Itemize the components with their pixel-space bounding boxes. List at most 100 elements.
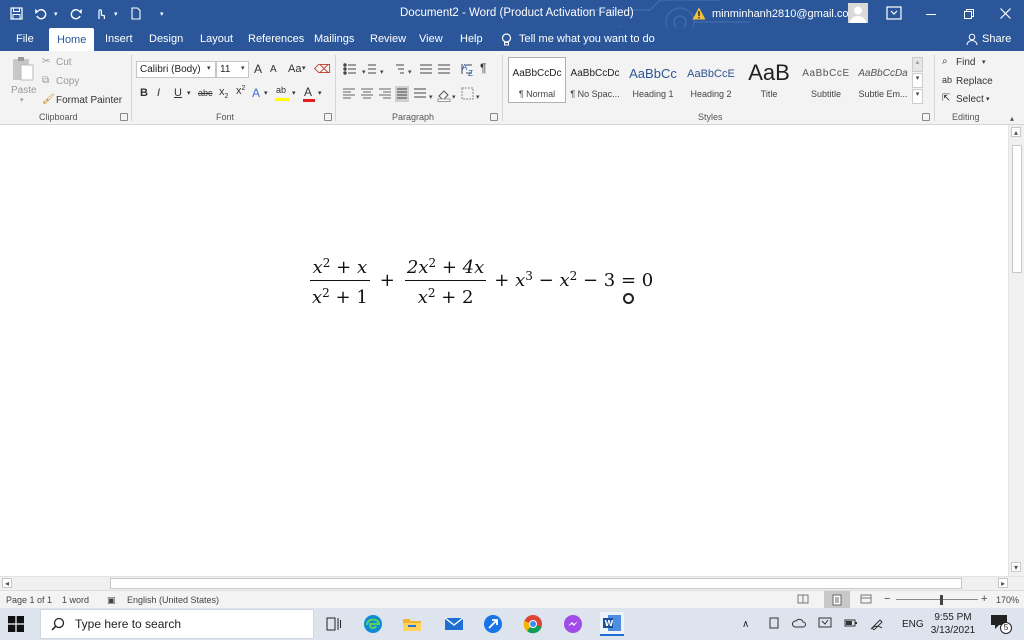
restore-button[interactable] — [950, 0, 988, 27]
change-case-icon[interactable]: Aa — [288, 63, 301, 75]
undo-icon[interactable] — [30, 4, 50, 24]
tab-layout[interactable]: Layout — [200, 27, 233, 51]
read-mode-icon[interactable] — [797, 593, 809, 607]
styles-scroll-down-icon[interactable]: ▾ — [912, 73, 923, 88]
pen-icon[interactable] — [870, 616, 884, 633]
show-hidden-icons[interactable]: ∧ — [742, 619, 749, 630]
share-button[interactable]: Share — [966, 27, 1011, 51]
taskbar-clock[interactable]: 9:55 PM 3/13/2021 — [926, 611, 980, 637]
style-heading-1[interactable]: AaBbCc Heading 1 — [624, 57, 682, 103]
undo-dropdown-icon[interactable]: ▾ — [54, 10, 62, 18]
zoom-slider-track[interactable] — [896, 599, 978, 600]
clipboard-launcher-icon[interactable] — [120, 113, 128, 121]
clear-formatting-icon[interactable]: ⌫ — [314, 62, 331, 76]
file-explorer-icon[interactable] — [400, 612, 424, 636]
language-indicator[interactable]: English (United States) — [127, 595, 219, 605]
highlight-dropdown-icon[interactable]: ▾ — [292, 89, 296, 97]
document-canvas[interactable] — [0, 125, 1008, 576]
paste-button[interactable]: Paste ▾ — [8, 55, 38, 105]
paragraph-launcher-icon[interactable] — [490, 113, 498, 121]
superscript-button[interactable]: x2 — [236, 85, 245, 97]
underline-button[interactable]: U — [174, 87, 182, 99]
font-color-dropdown-icon[interactable]: ▾ — [318, 89, 322, 97]
redo-icon[interactable] — [66, 4, 86, 24]
chrome-icon[interactable] — [521, 612, 545, 636]
zoom-level[interactable]: 170% — [996, 595, 1019, 605]
scroll-down-icon[interactable]: ▾ — [1011, 562, 1021, 572]
word-app-icon[interactable]: W — [600, 612, 624, 636]
font-name-box[interactable]: Calibri (Body) — [136, 61, 216, 78]
print-layout-icon[interactable] — [824, 591, 850, 608]
strikethrough-button[interactable]: abc — [198, 88, 213, 98]
shrink-font-icon[interactable]: A — [270, 64, 277, 75]
font-launcher-icon[interactable] — [324, 113, 332, 121]
font-size-dropdown-icon[interactable]: ▾ — [241, 64, 245, 72]
windows-start-icon[interactable] — [8, 616, 24, 632]
font-name-dropdown-icon[interactable]: ▾ — [207, 64, 211, 72]
tab-home[interactable]: Home — [49, 28, 95, 51]
tab-review[interactable]: Review — [370, 27, 406, 51]
avatar[interactable] — [848, 3, 868, 23]
show-formatting-marks-button[interactable]: ¶ — [480, 61, 486, 75]
close-button[interactable] — [986, 0, 1024, 27]
bold-button[interactable]: B — [140, 87, 148, 99]
customize-qat-icon[interactable]: ▾ — [160, 10, 168, 18]
messenger-icon[interactable] — [561, 612, 585, 636]
scroll-up-icon[interactable]: ▴ — [1011, 127, 1021, 137]
format-touch-icon[interactable] — [90, 4, 110, 24]
tab-design[interactable]: Design — [149, 27, 183, 51]
ribbon-display-options-icon[interactable] — [885, 5, 903, 21]
text-effects-dropdown-icon[interactable]: ▾ — [264, 89, 268, 97]
language-indicator-eng[interactable]: ENG — [902, 619, 924, 630]
tab-references[interactable]: References — [248, 27, 304, 51]
battery-icon[interactable] — [844, 618, 858, 631]
zoom-out-button[interactable]: − — [884, 593, 890, 605]
proofing-icon[interactable]: ▣ — [107, 595, 116, 606]
style-no-spacing[interactable]: AaBbCcDc ¶ No Spac... — [566, 57, 624, 103]
scroll-left-icon[interactable]: ◂ — [2, 578, 12, 588]
account-area[interactable]: minminhanh2810@gmail.com — [692, 0, 858, 27]
web-layout-icon[interactable] — [860, 593, 872, 607]
text-effects-icon[interactable]: A — [252, 86, 260, 100]
style-normal[interactable]: AaBbCcDc ¶ Normal — [508, 57, 566, 103]
task-view-icon[interactable] — [322, 612, 346, 636]
zoom-slider-thumb[interactable] — [940, 595, 943, 605]
tab-mailings[interactable]: Mailings — [314, 27, 354, 51]
new-document-icon[interactable] — [126, 4, 146, 24]
horizontal-scroll-thumb[interactable] — [110, 578, 962, 589]
styles-scroll-up-icon[interactable]: ▴ — [912, 57, 923, 72]
change-case-dropdown-icon[interactable]: ▾ — [302, 64, 306, 72]
vertical-scrollbar[interactable]: ▴ ▾ — [1008, 125, 1024, 576]
pen-workspace-icon[interactable] — [768, 617, 780, 632]
tab-file[interactable]: File — [16, 27, 34, 51]
edge-browser-icon[interactable] — [361, 612, 385, 636]
grow-font-icon[interactable]: A — [254, 62, 262, 76]
tab-help[interactable]: Help — [460, 27, 483, 51]
font-color-button[interactable]: A — [302, 85, 316, 102]
scroll-right-icon[interactable]: ▸ — [998, 578, 1008, 588]
style-subtle-emphasis[interactable]: AaBbCcDa Subtle Em... — [854, 57, 912, 103]
style-title[interactable]: AaB Title — [740, 57, 798, 103]
page-count[interactable]: Page 1 of 1 — [6, 595, 52, 605]
subscript-button[interactable]: x2 — [219, 86, 228, 100]
taskbar-search-box[interactable]: Type here to search — [40, 609, 314, 639]
style-subtitle[interactable]: AaBbCcE Subtitle — [797, 57, 855, 103]
zoom-in-button[interactable]: + — [981, 593, 987, 605]
horizontal-scrollbar[interactable]: ◂ ▸ — [0, 576, 1024, 590]
display-icon[interactable] — [818, 617, 832, 632]
messenger-arrow-icon[interactable] — [481, 612, 505, 636]
vertical-scroll-thumb[interactable] — [1012, 145, 1022, 273]
tell-me-search[interactable]: Tell me what you want to do — [500, 27, 655, 51]
tab-insert[interactable]: Insert — [105, 27, 133, 51]
save-icon[interactable] — [6, 4, 26, 24]
minimize-button[interactable] — [912, 0, 950, 27]
style-heading-2[interactable]: AaBbCcE Heading 2 — [682, 57, 740, 103]
notifications-button[interactable]: 5 — [990, 614, 1012, 634]
touch-dropdown-icon[interactable]: ▾ — [114, 10, 122, 18]
equation[interactable]: x2 + x x2 + 1 + 2x2 + 4x x2 + 2 + x3 − x… — [306, 252, 653, 308]
highlight-color-button[interactable]: ab — [274, 85, 290, 102]
underline-dropdown-icon[interactable]: ▾ — [187, 89, 191, 97]
styles-launcher-icon[interactable] — [922, 113, 930, 121]
italic-button[interactable]: I — [157, 87, 160, 99]
styles-more-icon[interactable]: ▾ — [912, 89, 923, 104]
